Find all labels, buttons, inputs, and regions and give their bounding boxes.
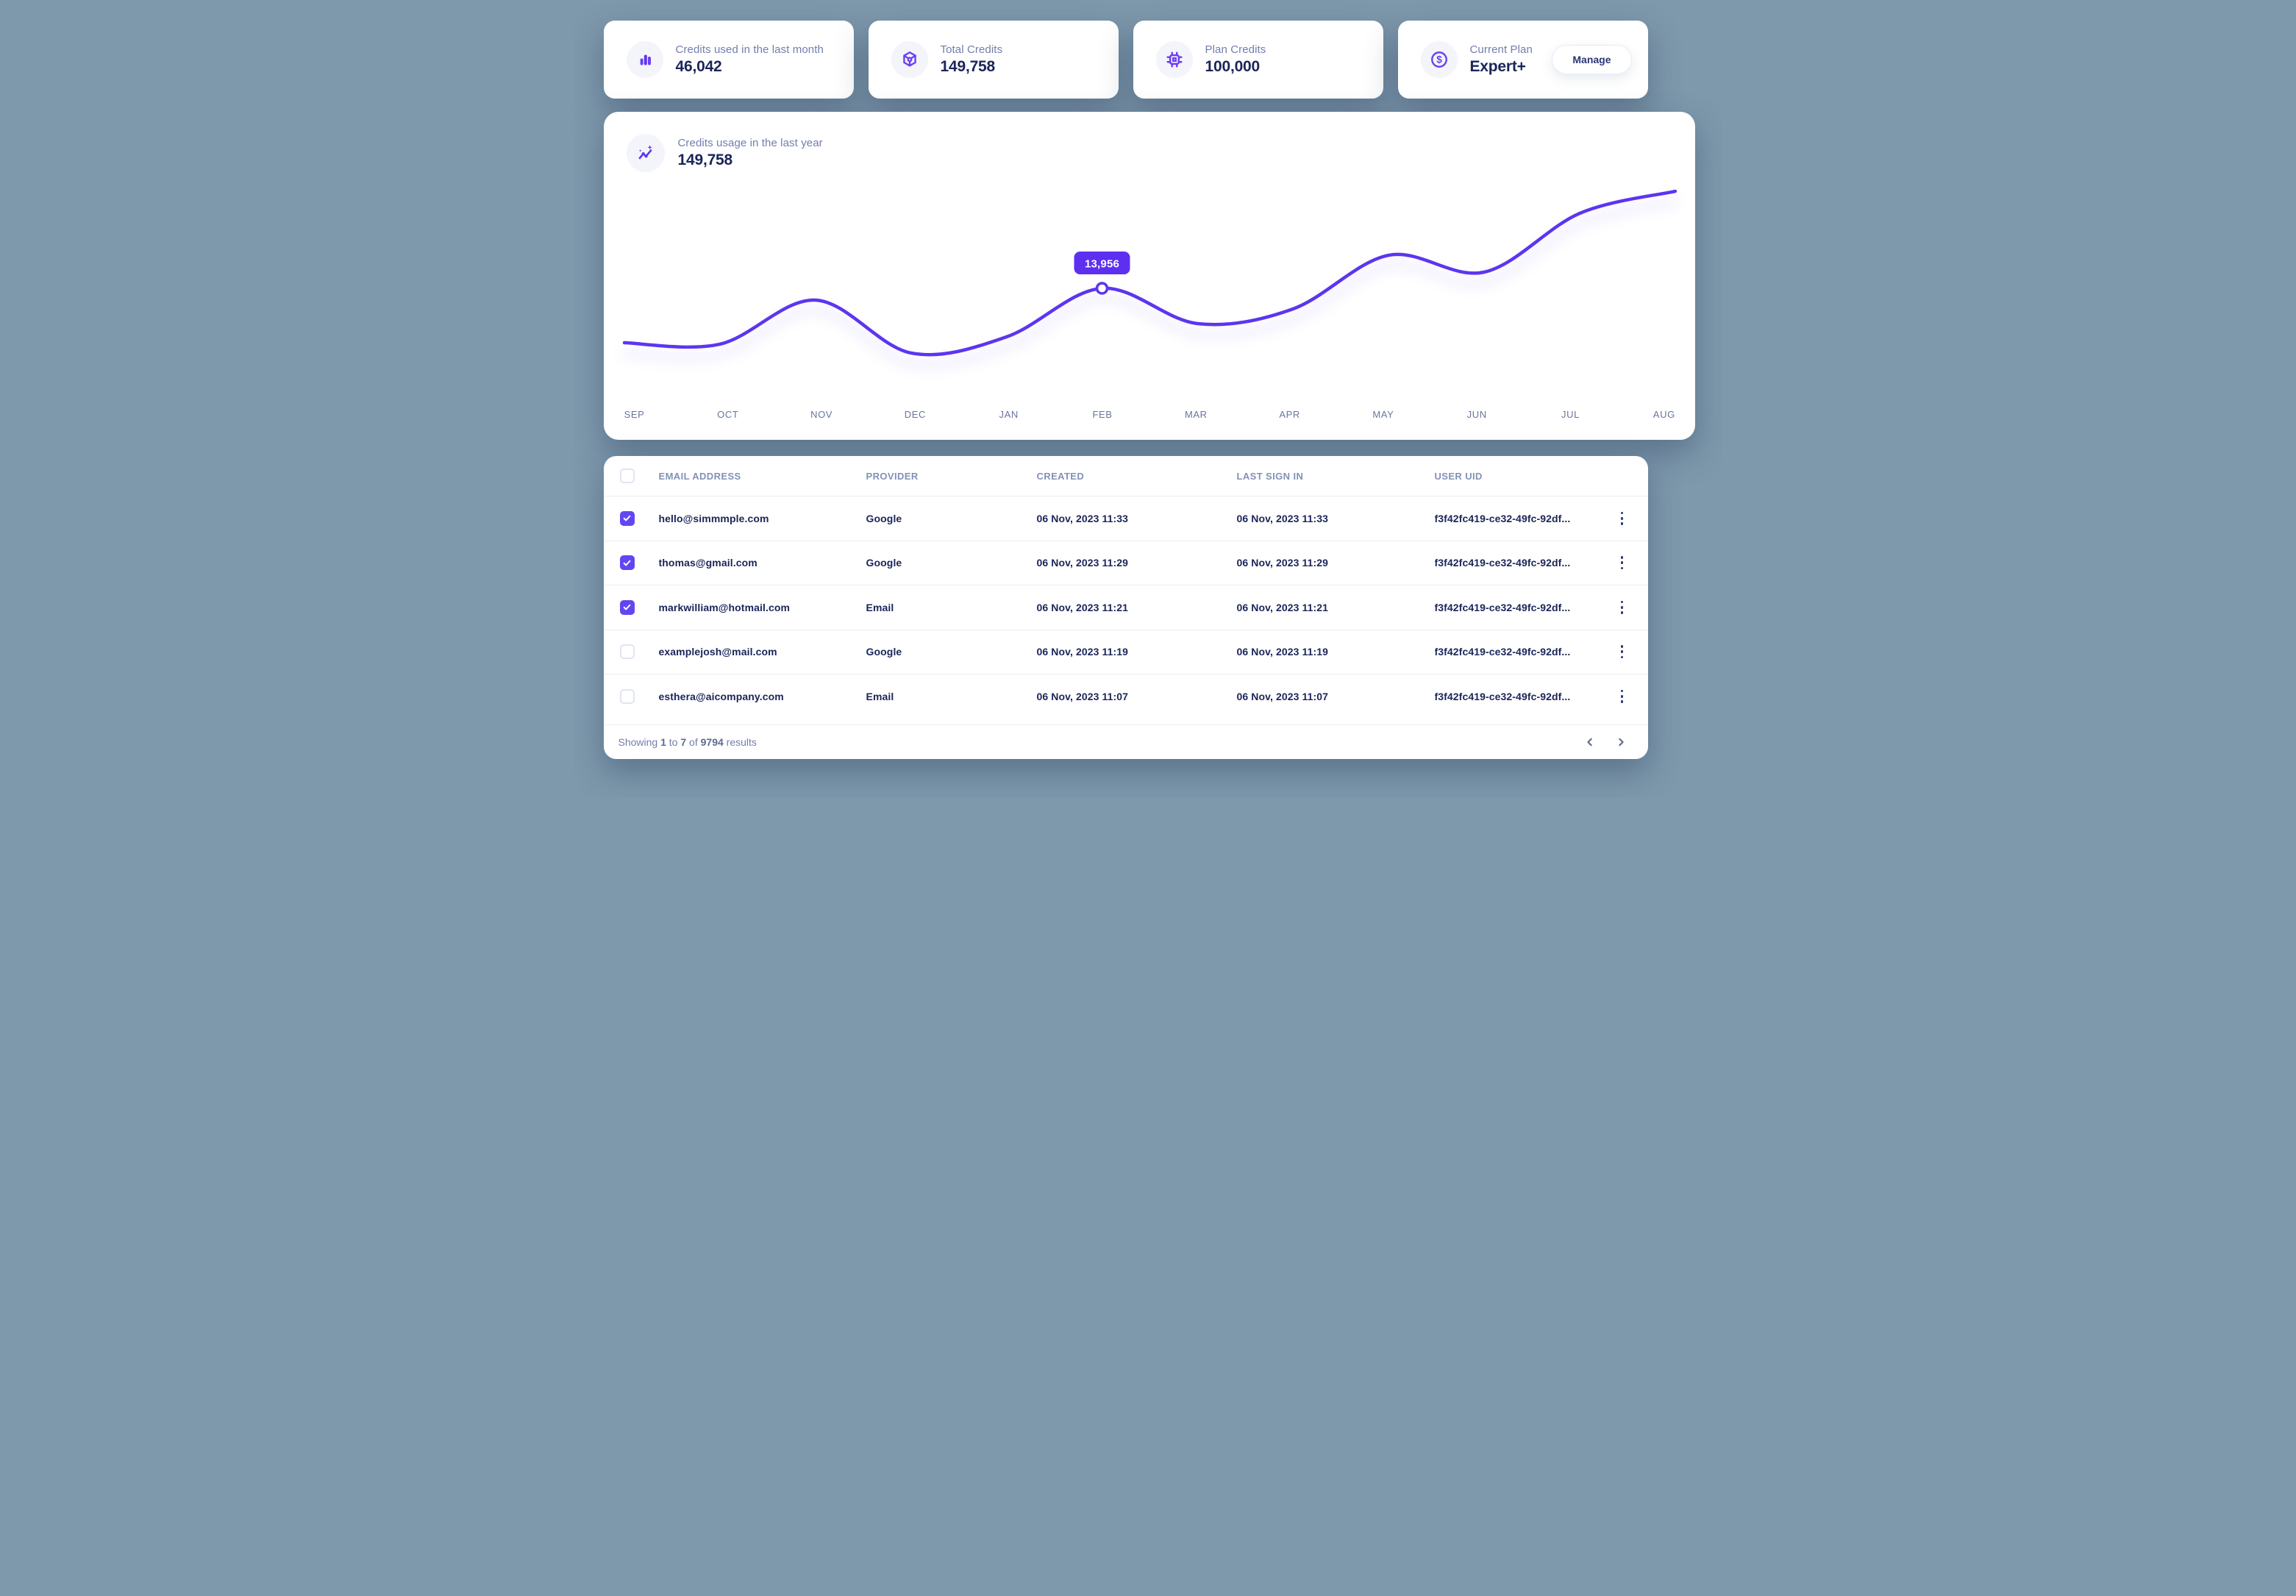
- table-row: esthera@aicompany.comEmail06 Nov, 2023 1…: [604, 674, 1648, 719]
- stat-label: Credits used in the last month: [676, 43, 824, 56]
- cell-provider: Email: [866, 691, 1037, 702]
- table-header-row: EMAIL ADDRESS PROVIDER CREATED LAST SIGN…: [604, 456, 1648, 496]
- chart-x-axis: SEP OCT NOV DEC JAN FEB MAR APR MAY JUN JUL AUG: [604, 409, 1695, 424]
- cell-created: 06 Nov, 2023 11:19: [1037, 646, 1237, 658]
- stat-card-total-credits: Total Credits 149,758: [869, 21, 1119, 99]
- column-header-user-uid: USER UID: [1435, 471, 1613, 482]
- row-checkbox[interactable]: [620, 644, 635, 659]
- x-tick-apr: APR: [1279, 409, 1300, 420]
- stat-card-current-plan: $ Current Plan Expert+ Manage: [1398, 21, 1648, 99]
- column-header-created: CREATED: [1037, 471, 1237, 482]
- users-table-card: EMAIL ADDRESS PROVIDER CREATED LAST SIGN…: [604, 456, 1648, 759]
- x-tick-jul: JUL: [1561, 409, 1580, 420]
- column-header-email: EMAIL ADDRESS: [659, 471, 866, 482]
- results-summary: Showing 1 to 7 of 9794 results: [618, 736, 757, 748]
- cell-email: thomas@gmail.com: [659, 557, 866, 569]
- cell-provider: Email: [866, 602, 1037, 613]
- chevron-left-icon: [1585, 737, 1595, 747]
- cell-user-uid: f3f42fc419-ce32-49fc-92df...: [1435, 602, 1613, 613]
- cell-provider: Google: [866, 513, 1037, 524]
- row-actions-menu-button[interactable]: [1613, 509, 1632, 528]
- stat-value: 149,758: [941, 58, 1003, 76]
- row-actions-menu-button[interactable]: [1613, 642, 1632, 661]
- row-actions-menu-button[interactable]: [1613, 687, 1632, 706]
- cell-email: examplejosh@mail.com: [659, 646, 866, 658]
- check-icon: [622, 558, 632, 568]
- stat-label: Plan Credits: [1205, 43, 1266, 56]
- x-tick-may: MAY: [1372, 409, 1394, 420]
- svg-text:$: $: [1436, 54, 1442, 65]
- x-tick-jun: JUN: [1467, 409, 1487, 420]
- manage-plan-button[interactable]: Manage: [1552, 45, 1631, 74]
- bar-chart-icon: [627, 41, 663, 78]
- cell-user-uid: f3f42fc419-ce32-49fc-92df...: [1435, 691, 1613, 702]
- select-all-checkbox[interactable]: [620, 469, 635, 483]
- stat-label: Current Plan: [1470, 43, 1533, 56]
- chart-tooltip: 13,956: [1074, 252, 1130, 274]
- cell-last-sign-in: 06 Nov, 2023 11:21: [1237, 602, 1435, 613]
- stat-card-plan-credits: Plan Credits 100,000: [1133, 21, 1383, 99]
- credits-line-chart: 13,956: [604, 131, 1695, 425]
- stat-value: 100,000: [1205, 58, 1266, 76]
- cell-created: 06 Nov, 2023 11:07: [1037, 691, 1237, 702]
- cell-user-uid: f3f42fc419-ce32-49fc-92df...: [1435, 513, 1613, 524]
- row-checkbox[interactable]: [620, 689, 635, 704]
- cell-last-sign-in: 06 Nov, 2023 11:07: [1237, 691, 1435, 702]
- check-icon: [622, 602, 632, 612]
- x-tick-jan: JAN: [999, 409, 1019, 420]
- table-row: thomas@gmail.comGoogle06 Nov, 2023 11:29…: [604, 541, 1648, 585]
- cell-provider: Google: [866, 646, 1037, 658]
- x-tick-sep: SEP: [624, 409, 645, 420]
- table-body: hello@simmmple.comGoogle06 Nov, 2023 11:…: [604, 496, 1648, 719]
- cell-user-uid: f3f42fc419-ce32-49fc-92df...: [1435, 557, 1613, 569]
- cell-created: 06 Nov, 2023 11:33: [1037, 513, 1237, 524]
- cell-last-sign-in: 06 Nov, 2023 11:29: [1237, 557, 1435, 569]
- cell-created: 06 Nov, 2023 11:21: [1037, 602, 1237, 613]
- chart-point-marker: [1097, 283, 1107, 293]
- x-tick-oct: OCT: [717, 409, 738, 420]
- cell-last-sign-in: 06 Nov, 2023 11:19: [1237, 646, 1435, 658]
- table-footer: Showing 1 to 7 of 9794 results: [604, 724, 1648, 759]
- chart-tooltip-value: 13,956: [1084, 257, 1119, 270]
- chip-icon: [1156, 41, 1193, 78]
- x-tick-mar: MAR: [1185, 409, 1208, 420]
- column-header-last-sign-in: LAST SIGN IN: [1237, 471, 1435, 482]
- x-tick-aug: AUG: [1653, 409, 1675, 420]
- pagination-next-button[interactable]: [1613, 734, 1629, 750]
- cell-created: 06 Nov, 2023 11:29: [1037, 557, 1237, 569]
- stat-card-credits-used: Credits used in the last month 46,042: [604, 21, 854, 99]
- table-row: markwilliam@hotmail.comEmail06 Nov, 2023…: [604, 585, 1648, 630]
- check-icon: [622, 513, 632, 523]
- cell-email: markwilliam@hotmail.com: [659, 602, 866, 613]
- column-header-provider: PROVIDER: [866, 471, 1037, 482]
- row-actions-menu-button[interactable]: [1613, 553, 1632, 572]
- credits-usage-chart-card: Credits usage in the last year 149,758 1…: [604, 112, 1695, 440]
- row-checkbox[interactable]: [620, 600, 635, 615]
- cell-email: esthera@aicompany.com: [659, 691, 866, 702]
- stat-label: Total Credits: [941, 43, 1003, 56]
- cell-provider: Google: [866, 557, 1037, 569]
- x-tick-nov: NOV: [810, 409, 833, 420]
- cell-email: hello@simmmple.com: [659, 513, 866, 524]
- stat-value: 46,042: [676, 58, 824, 76]
- stat-value: Expert+: [1470, 58, 1533, 76]
- table-row: hello@simmmple.comGoogle06 Nov, 2023 11:…: [604, 496, 1648, 541]
- cube-icon: [891, 41, 928, 78]
- x-tick-feb: FEB: [1092, 409, 1112, 420]
- dashboard-page: Credits used in the last month 46,042 To…: [574, 0, 1722, 798]
- chart-line-series: [624, 191, 1675, 355]
- table-row: examplejosh@mail.comGoogle06 Nov, 2023 1…: [604, 630, 1648, 674]
- row-checkbox[interactable]: [620, 511, 635, 526]
- chevron-right-icon: [1616, 737, 1626, 747]
- x-tick-dec: DEC: [905, 409, 926, 420]
- cell-last-sign-in: 06 Nov, 2023 11:33: [1237, 513, 1435, 524]
- row-checkbox[interactable]: [620, 555, 635, 570]
- dollar-circle-icon: $: [1421, 41, 1458, 78]
- pagination-prev-button[interactable]: [1582, 734, 1598, 750]
- cell-user-uid: f3f42fc419-ce32-49fc-92df...: [1435, 646, 1613, 658]
- row-actions-menu-button[interactable]: [1613, 598, 1632, 617]
